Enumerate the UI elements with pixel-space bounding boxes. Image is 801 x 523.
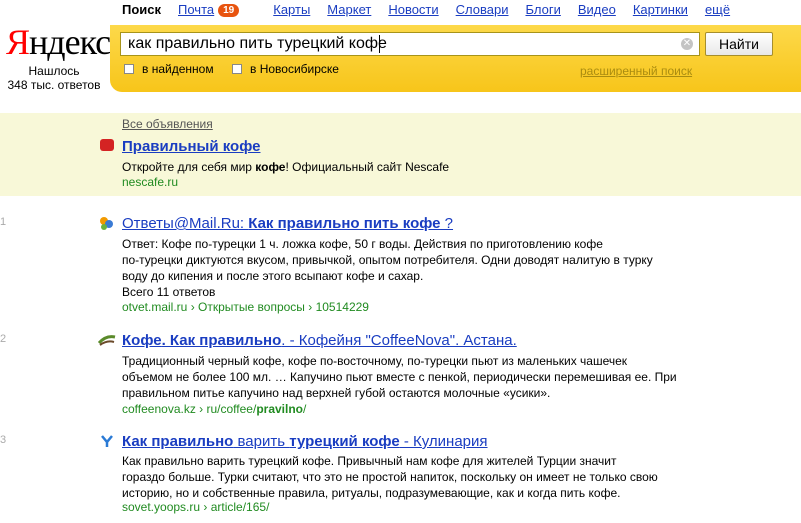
result-title[interactable]: Ответы@Mail.Ru: Как правильно пить кофе … bbox=[122, 215, 453, 233]
title-part: - Кулинария bbox=[399, 433, 488, 450]
snippet-line: историю, но и собственные правила, ритуа… bbox=[122, 486, 621, 500]
result-url[interactable]: otvet.mail.ru › Открытые вопросы › 10514… bbox=[122, 300, 369, 315]
results-count: Нашлось 348 тыс. ответов bbox=[0, 64, 108, 92]
coffeenova-icon bbox=[97, 333, 116, 347]
text-caret bbox=[379, 35, 380, 53]
result-number: 3 bbox=[0, 434, 7, 446]
result-snippet: Ответ: Кофе по-турецки 1 ч. ложка кофе, … bbox=[122, 236, 653, 300]
ad-title[interactable]: Правильный кофе bbox=[122, 138, 260, 156]
title-part-bold: турецкий кофе bbox=[289, 433, 400, 450]
clear-icon[interactable]: ✕ bbox=[681, 38, 693, 50]
result-number: 2 bbox=[0, 333, 7, 345]
services-nav: Поиск Почта 19 Карты Маркет Новости Слова… bbox=[122, 2, 747, 18]
ad-text-post: ! Официальный сайт Nescafe bbox=[285, 160, 450, 174]
snippet-line: Ответ: Кофе по-турецки 1 ч. ложка кофе, … bbox=[122, 237, 603, 251]
snippet-line: по-турецки диктуются вкусом, привычкой, … bbox=[122, 253, 653, 267]
nav-news[interactable]: Новости bbox=[388, 2, 438, 18]
search-query: как правильно пить турецкий кофе bbox=[128, 35, 387, 52]
result-title-link[interactable]: Ответы@Mail.Ru: Как правильно пить кофе … bbox=[122, 215, 453, 232]
snippet-line: воду до кипения и после этого всыпают ко… bbox=[122, 269, 424, 283]
option-city[interactable]: в Новосибирске bbox=[232, 62, 339, 76]
result-url[interactable]: coffeenova.kz › ru/coffee/pravilno/ bbox=[122, 402, 306, 417]
nav-blogs[interactable]: Блоги bbox=[526, 2, 561, 18]
nav-images[interactable]: Картинки bbox=[633, 2, 688, 18]
advanced-search-link[interactable]: расширенный поиск bbox=[580, 64, 692, 78]
title-part: ? bbox=[440, 215, 454, 232]
result-title-link[interactable]: Кофе. Как правильно. - Кофейня "CoffeeNo… bbox=[122, 332, 517, 349]
title-part: Ответы@Mail.Ru: bbox=[122, 215, 249, 232]
snippet-line: правильном питье капучино над верхней гу… bbox=[122, 386, 551, 400]
ad-block bbox=[0, 113, 801, 196]
ad-text: Откройте для себя мир кофе! Официальный … bbox=[122, 159, 449, 175]
yandex-logo[interactable]: Яндекс bbox=[6, 22, 111, 62]
nav-more[interactable]: ещё bbox=[705, 2, 730, 18]
ad-text-pre: Откройте для себя мир bbox=[122, 160, 256, 174]
option-found-in[interactable]: в найденном bbox=[124, 62, 214, 76]
option-city-label: в Новосибирске bbox=[250, 62, 339, 76]
title-part-bold: Как правильно пить кофе bbox=[248, 215, 441, 232]
title-part: варить bbox=[233, 433, 290, 450]
snippet-line: объемом не более 100 мл. … Капучино пьют… bbox=[122, 370, 677, 384]
nescafe-icon bbox=[100, 139, 114, 151]
result-title[interactable]: Кофе. Как правильно. - Кофейня "CoffeeNo… bbox=[122, 332, 517, 350]
option-found-in-label: в найденном bbox=[142, 62, 214, 76]
checkbox[interactable] bbox=[232, 64, 242, 74]
logo-letter: Я bbox=[6, 22, 30, 62]
mail-count-badge: 19 bbox=[218, 4, 240, 17]
logo-text: ндекс bbox=[29, 22, 111, 62]
mail-answers-icon bbox=[98, 215, 114, 231]
result-snippet: Как правильно варить турецкий кофе. Прив… bbox=[122, 453, 658, 501]
result-snippet: Традиционный черный кофе, кофе по-восточ… bbox=[122, 353, 677, 401]
snippet-line: Традиционный черный кофе, кофе по-восточ… bbox=[122, 354, 628, 368]
ad-url[interactable]: nescafe.ru bbox=[122, 175, 178, 190]
all-ads-link[interactable]: Все объявления bbox=[122, 117, 213, 131]
title-part-bold: . Как правильно bbox=[161, 332, 282, 349]
result-url[interactable]: sovet.yoops.ru › article/165/ bbox=[122, 500, 269, 515]
title-part-bold: Кофе bbox=[122, 332, 162, 349]
snippet-line: Всего 11 ответов bbox=[122, 285, 216, 299]
nav-search: Поиск bbox=[122, 2, 162, 17]
found-label: Нашлось bbox=[28, 64, 80, 78]
nav-mail-label: Почта bbox=[178, 2, 215, 17]
snippet-line: Как правильно варить турецкий кофе. Прив… bbox=[122, 454, 617, 468]
snippet-line: гораздо больше. Турки считают, что это н… bbox=[122, 470, 658, 484]
nav-mail[interactable]: Почта 19 bbox=[178, 2, 256, 18]
url-part-bold: pravilno bbox=[256, 402, 303, 416]
yoops-icon bbox=[100, 434, 114, 448]
checkbox[interactable] bbox=[124, 64, 134, 74]
ad-title-link[interactable]: Правильный кофе bbox=[122, 138, 260, 155]
found-count: 348 тыс. ответов bbox=[7, 78, 101, 92]
result-title-link[interactable]: Как правильно варить турецкий кофе - Кул… bbox=[122, 433, 488, 450]
result-title[interactable]: Как правильно варить турецкий кофе - Кул… bbox=[122, 433, 488, 451]
ad-text-bold: кофе bbox=[255, 160, 286, 174]
url-part: coffeenova.kz › ru/coffee/ bbox=[122, 402, 257, 416]
search-button[interactable]: Найти bbox=[705, 32, 773, 56]
nav-video[interactable]: Видео bbox=[578, 2, 616, 18]
nav-maps[interactable]: Карты bbox=[273, 2, 310, 18]
nav-market[interactable]: Маркет bbox=[327, 2, 371, 18]
result-number: 1 bbox=[0, 216, 7, 228]
nav-dict[interactable]: Словари bbox=[456, 2, 509, 18]
url-part: / bbox=[303, 402, 307, 416]
title-part-bold: Как правильно bbox=[122, 433, 234, 450]
title-part: . - Кофейня "CoffeeNova". Астана. bbox=[281, 332, 517, 349]
